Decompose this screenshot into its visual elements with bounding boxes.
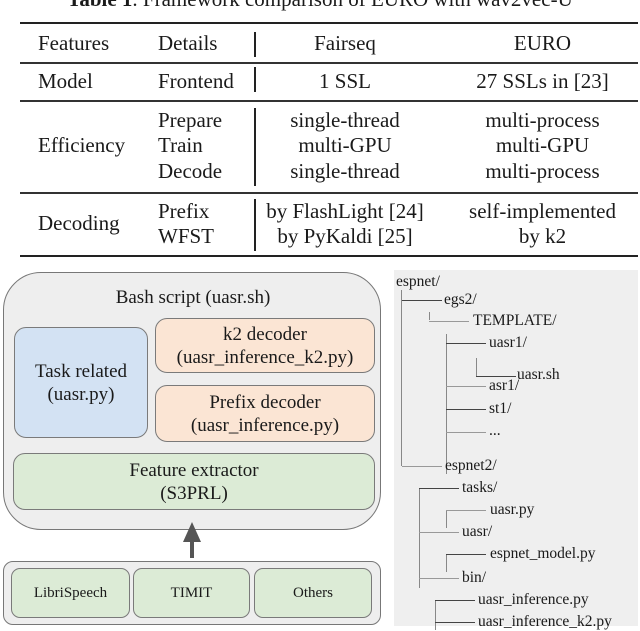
column-divider xyxy=(254,108,256,186)
tree-guide xyxy=(435,600,436,630)
tree-item-file: uasr_inference_k2.py xyxy=(478,613,612,630)
tree-connector xyxy=(446,554,486,555)
tree-guide xyxy=(476,358,477,376)
header-fairseq: Fairseq xyxy=(314,31,376,55)
tree-item-ellipsis: ... xyxy=(489,422,501,439)
tree-connector xyxy=(419,532,459,533)
tree-item-folder: st1/ xyxy=(489,400,512,417)
detail-cell: Prepare xyxy=(158,108,223,132)
table-caption-label: Table 1 xyxy=(67,0,132,11)
tree-connector xyxy=(419,578,459,579)
feature-decoding: Decoding xyxy=(38,211,120,235)
feature-extractor-file: (S3PRL) xyxy=(160,482,228,504)
tree-connector xyxy=(429,321,469,322)
prefix-decoder-file: (uasr_inference.py) xyxy=(190,414,340,436)
k2-decoder-file: (uasr_inference_k2.py) xyxy=(176,346,354,368)
dataset-librispeech: LibriSpeech xyxy=(11,568,130,618)
prefix-decoder-label: Prefix decoder xyxy=(209,391,321,413)
euro-cell: by k2 xyxy=(518,224,567,248)
tree-item-file: uasr.py xyxy=(490,501,535,518)
tree-connector xyxy=(446,386,486,387)
up-arrow-icon xyxy=(183,522,201,542)
dataset-label: Others xyxy=(293,584,333,601)
euro-cell: self-implemented xyxy=(469,199,616,223)
bash-script-panel: Bash script (uasr.sh) Task related (uasr… xyxy=(3,272,381,530)
top-rule xyxy=(20,22,638,24)
column-divider xyxy=(254,32,256,57)
task-related-file: (uasr.py) xyxy=(47,383,115,405)
dataset-others: Others xyxy=(254,568,372,618)
feature-extractor-box: Feature extractor (S3PRL) xyxy=(13,453,375,510)
tree-item-folder: TEMPLATE/ xyxy=(473,312,557,329)
euro-cell: multi-GPU xyxy=(495,133,590,157)
tree-guide xyxy=(446,338,447,432)
tree-item-folder: bin/ xyxy=(462,569,487,586)
table-caption: Table 1. Framework comparison of EURO wi… xyxy=(0,0,640,12)
tree-item-file: uasr.sh xyxy=(517,366,560,383)
datasets-panel: LibriSpeech TIMIT Others xyxy=(3,561,381,625)
tree-guide xyxy=(446,510,447,528)
prefix-decoder-box: Prefix decoder (uasr_inference.py) xyxy=(155,385,375,442)
k2-decoder-box: k2 decoder (uasr_inference_k2.py) xyxy=(155,318,375,373)
tree-connector xyxy=(402,300,442,301)
tree-item-folder: uasr/ xyxy=(462,523,493,540)
tree-connector xyxy=(446,343,486,344)
detail-cell: Decode xyxy=(158,159,223,183)
fairseq-cell: single-thread xyxy=(290,159,400,183)
dataset-timit: TIMIT xyxy=(133,568,250,618)
header-rule xyxy=(20,62,638,64)
group-rule xyxy=(20,192,638,194)
feature-model: Model xyxy=(38,69,93,93)
task-related-label: Task related xyxy=(34,360,128,382)
dataset-label: TIMIT xyxy=(170,584,213,601)
detail-cell: WFST xyxy=(158,224,215,248)
detail-cell: Frontend xyxy=(158,69,234,93)
tree-connector xyxy=(446,510,486,511)
tree-guide xyxy=(419,488,420,588)
fairseq-cell: multi-GPU xyxy=(298,133,392,157)
tree-connector xyxy=(446,409,486,410)
tree-connector xyxy=(435,600,475,601)
tree-item-folder: asr1/ xyxy=(489,377,520,394)
tree-connector xyxy=(402,466,442,467)
tree-item-folder: espnet/ xyxy=(396,273,440,290)
bottom-rule xyxy=(20,255,638,257)
tree-connector xyxy=(446,432,486,433)
tree-item-folder: espnet2/ xyxy=(445,457,497,474)
tree-item-folder: tasks/ xyxy=(462,479,498,496)
detail-cell: Train xyxy=(158,133,203,157)
euro-cell: 27 SSLs in [23] xyxy=(476,69,609,93)
dataset-label: LibriSpeech xyxy=(33,584,108,601)
tree-item-folder: uasr1/ xyxy=(489,334,527,351)
tree-item-file: espnet_model.py xyxy=(490,545,596,562)
euro-cell: multi-process xyxy=(485,108,600,132)
up-arrow-shaft xyxy=(190,540,194,558)
tree-guide xyxy=(446,554,447,572)
fairseq-cell: by FlashLight [24] xyxy=(266,199,424,223)
task-related-box: Task related (uasr.py) xyxy=(14,327,148,438)
feature-extractor-label: Feature extractor xyxy=(129,459,259,481)
detail-cell: Prefix xyxy=(158,199,210,223)
column-divider xyxy=(254,199,256,251)
euro-cell: multi-process xyxy=(485,159,600,183)
column-divider xyxy=(254,67,256,92)
tree-connector xyxy=(419,488,459,489)
table-caption-text: . Framework comparison of EURO with wav2… xyxy=(132,0,572,11)
k2-decoder-label: k2 decoder xyxy=(223,323,307,345)
fairseq-cell: 1 SSL xyxy=(319,69,371,93)
fairseq-cell: by PyKaldi [25] xyxy=(277,224,413,248)
tree-guide xyxy=(401,290,402,466)
tree-item-folder: egs2/ xyxy=(444,291,477,308)
group-rule xyxy=(20,100,638,102)
feature-efficiency: Efficiency xyxy=(38,133,126,157)
fairseq-cell: single-thread xyxy=(290,108,400,132)
tree-item-file: uasr_inference.py xyxy=(478,591,589,608)
header-features: Features xyxy=(38,31,110,55)
bash-script-title: Bash script (uasr.sh) xyxy=(115,287,271,308)
header-euro: EURO xyxy=(513,31,572,55)
directory-tree: espnet/ egs2/ TEMPLATE/ uasr1/ uasr.sh a… xyxy=(394,270,638,630)
tree-guide xyxy=(429,312,430,320)
tree-connector xyxy=(435,622,475,623)
header-details: Details xyxy=(158,31,218,55)
